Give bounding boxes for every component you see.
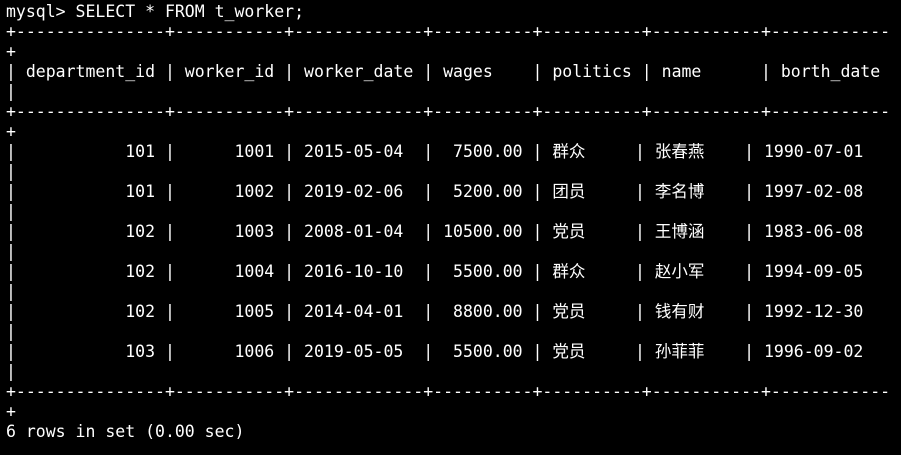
result-summary: 6 rows in set (0.00 sec) [6, 422, 245, 441]
table-row-wrap: | [6, 162, 16, 181]
table-row: | 101 | 1002 | 2019-02-06 | 5200.00 | 团员… [6, 182, 864, 201]
table-row: | 102 | 1004 | 2016-10-10 | 5500.00 | 群众… [6, 262, 864, 281]
table-row-wrap: | [6, 242, 16, 261]
table-row: | 102 | 1003 | 2008-01-04 | 10500.00 | 党… [6, 222, 864, 241]
table-border-wrap: + [6, 122, 16, 141]
table-row-wrap: | [6, 282, 16, 301]
table-border-bottom: +---------------+-----------+-----------… [6, 382, 891, 401]
table-row-wrap: | [6, 202, 16, 221]
table-row-wrap: | [6, 362, 16, 381]
command-line: mysql> SELECT * FROM t_worker; [6, 2, 305, 21]
table-header: | department_id | worker_id | worker_dat… [6, 62, 881, 81]
table-border-top: +---------------+-----------+-----------… [6, 22, 891, 41]
table-row: | 103 | 1006 | 2019-05-05 | 5500.00 | 党员… [6, 342, 864, 361]
table-border-wrap: + [6, 402, 16, 421]
table-border-header: +---------------+-----------+-----------… [6, 102, 891, 121]
table-row-wrap: | [6, 322, 16, 341]
table-header-wrap: | [6, 82, 16, 101]
table-row: | 102 | 1005 | 2014-04-01 | 8800.00 | 党员… [6, 302, 864, 321]
table-row: | 101 | 1001 | 2015-05-04 | 7500.00 | 群众… [6, 142, 864, 161]
table-border-wrap: + [6, 42, 16, 61]
